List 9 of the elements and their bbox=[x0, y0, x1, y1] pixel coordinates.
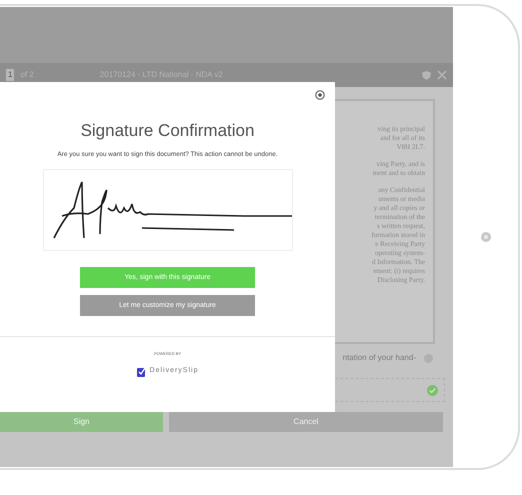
sign-button[interactable]: Sign bbox=[0, 412, 163, 432]
home-button[interactable] bbox=[480, 232, 490, 242]
dialog-title: Signature Confirmation bbox=[80, 120, 256, 142]
shield-icon[interactable] bbox=[422, 70, 431, 80]
logo-icon bbox=[136, 366, 146, 376]
cancel-button[interactable]: Cancel bbox=[169, 412, 443, 432]
consent-text: ntation of your hand- bbox=[342, 352, 416, 364]
page-number-field[interactable]: 1 bbox=[6, 69, 14, 81]
check-circle-icon bbox=[427, 384, 438, 396]
